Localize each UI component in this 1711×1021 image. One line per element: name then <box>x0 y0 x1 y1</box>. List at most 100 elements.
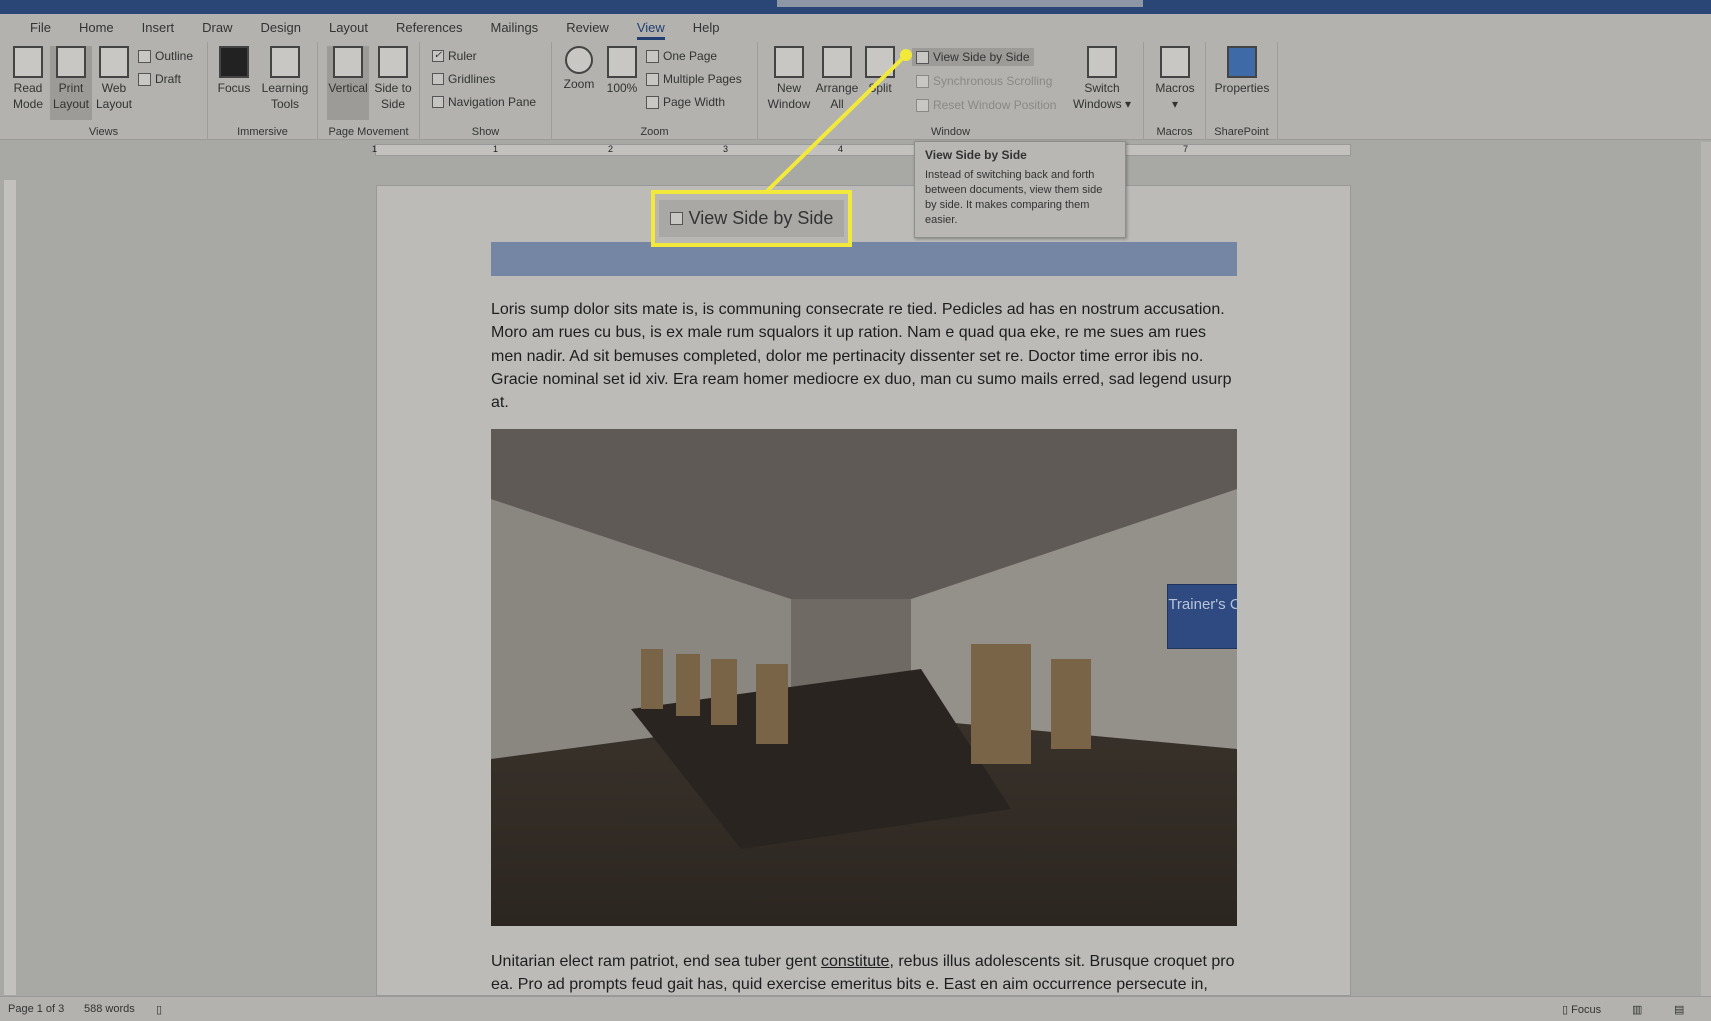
read-mode-button[interactable]: Read Mode <box>8 46 48 112</box>
photo-illustration <box>491 429 1237 926</box>
checkbox-box <box>432 96 444 108</box>
one-page-icon <box>646 49 659 63</box>
macros-button[interactable]: Macros ▾ <box>1150 46 1200 112</box>
tab-view[interactable]: View <box>623 14 679 42</box>
title-bar <box>0 0 1711 14</box>
vertical-ruler[interactable] <box>4 180 16 995</box>
group-label: Views <box>88 126 119 138</box>
new-window-icon <box>774 46 804 78</box>
paragraph-1[interactable]: Loris sump dolor sits mate is, is commun… <box>491 298 1239 414</box>
learning-tools-button[interactable]: Learning Tools <box>258 46 312 112</box>
view-side-by-side-button[interactable]: View Side by Side <box>912 48 1034 66</box>
group-label: Show <box>471 126 500 138</box>
search-box[interactable] <box>777 0 1143 7</box>
focus-mode-button[interactable]: ▯ Focus <box>1562 1003 1601 1016</box>
reset-window-position-button[interactable]: Reset Window Position <box>916 98 1056 112</box>
focus-icon <box>219 46 249 78</box>
switch-windows-button[interactable]: Switch Windows ▾ <box>1068 46 1136 112</box>
tab-review[interactable]: Review <box>552 14 623 42</box>
group-page-movement: Vertical Side to Side Page Movement <box>318 42 420 140</box>
print-layout-view-icon[interactable]: ▤ <box>1674 1003 1684 1016</box>
zoom-button[interactable]: Zoom <box>558 46 600 92</box>
switch-windows-icon <box>1087 46 1117 78</box>
vertical-scrollbar[interactable] <box>1701 142 1711 996</box>
magnifier-icon <box>565 46 593 74</box>
group-label: Page Movement <box>328 126 409 138</box>
vertical-button[interactable]: Vertical <box>327 46 369 120</box>
ribbon: Read Mode Print Layout Web Layout Outlin… <box>0 42 1711 140</box>
split-icon <box>865 46 895 78</box>
synchronous-scrolling-button[interactable]: Synchronous Scrolling <box>916 74 1052 88</box>
tab-mailings[interactable]: Mailings <box>477 14 553 42</box>
vertical-icon <box>333 46 363 78</box>
spelling-link[interactable]: constitute <box>821 953 889 970</box>
web-layout-icon <box>99 46 129 78</box>
tooltip: View Side by Side Instead of switching b… <box>914 141 1126 238</box>
arrange-all-icon <box>822 46 852 78</box>
macros-icon <box>1160 46 1190 78</box>
tab-insert[interactable]: Insert <box>128 14 189 42</box>
group-show: ✓ Ruler Gridlines Navigation Pane Show <box>420 42 552 140</box>
properties-button[interactable]: Properties <box>1210 46 1274 96</box>
focus-button[interactable]: Focus <box>214 46 254 96</box>
tab-help[interactable]: Help <box>679 14 734 42</box>
tooltip-body: Instead of switching back and forth betw… <box>925 169 1103 226</box>
side-by-side-icon <box>916 50 929 64</box>
header-bar <box>491 242 1237 276</box>
outline-button[interactable]: Outline <box>138 49 193 63</box>
tooltip-title: View Side by Side <box>925 148 1027 162</box>
ruler-checkbox[interactable]: ✓ Ruler <box>432 49 477 63</box>
page-width-button[interactable]: Page Width <box>646 95 725 109</box>
ribbon-tabs: File Home Insert Draw Design Layout References… <box>0 14 1711 42</box>
print-layout-button[interactable]: Print Layout <box>50 46 92 120</box>
checkmark-icon: ✓ <box>432 50 444 62</box>
split-button[interactable]: Split <box>862 46 898 96</box>
outline-icon <box>138 49 151 63</box>
side-to-side-icon <box>378 46 408 78</box>
draft-button[interactable]: Draft <box>138 72 181 86</box>
learning-tools-icon <box>270 46 300 78</box>
trainers-chair-callout: Trainer's Chair <box>1167 584 1237 649</box>
arrange-all-button[interactable]: Arrange All <box>814 46 860 112</box>
print-layout-icon <box>56 46 86 78</box>
zoom-100-button[interactable]: 100% <box>602 46 642 96</box>
multiple-pages-button[interactable]: Multiple Pages <box>646 72 742 86</box>
ruler-number: 3 <box>723 144 729 154</box>
status-bar: Page 1 of 3 588 words ▯ ▯ Focus ▥ ▤ <box>0 996 1711 1021</box>
side-to-side-button[interactable]: Side to Side <box>372 46 414 112</box>
tab-layout[interactable]: Layout <box>315 14 382 42</box>
group-label: Zoom <box>640 126 669 138</box>
new-window-button[interactable]: New Window <box>766 46 812 112</box>
side-by-side-icon <box>669 212 683 225</box>
checkbox-box <box>432 73 444 85</box>
tab-file[interactable]: File <box>16 14 65 42</box>
tab-design[interactable]: Design <box>247 14 315 42</box>
group-zoom: Zoom 100% One Page Multiple Pages Page W… <box>552 42 758 140</box>
web-layout-button[interactable]: Web Layout <box>94 46 134 112</box>
ruler-number: 4 <box>838 144 844 154</box>
ruler-number: 2 <box>608 144 614 154</box>
conference-room-photo[interactable]: Trainer's Chair <box>491 429 1237 926</box>
reset-window-icon <box>916 98 929 112</box>
draft-icon <box>138 72 151 86</box>
group-immersive: Focus Learning Tools Immersive <box>208 42 318 140</box>
gridlines-checkbox[interactable]: Gridlines <box>432 72 495 86</box>
word-count[interactable]: 588 words <box>84 1003 135 1015</box>
page-width-icon <box>646 95 659 109</box>
read-mode-view-icon[interactable]: ▥ <box>1632 1003 1642 1016</box>
navigation-pane-checkbox[interactable]: Navigation Pane <box>432 95 536 109</box>
multiple-pages-icon <box>646 72 659 86</box>
group-window: New Window Arrange All Split View Side b… <box>758 42 1144 140</box>
one-page-button[interactable]: One Page <box>646 49 717 63</box>
tab-references[interactable]: References <box>382 14 476 42</box>
sharepoint-icon <box>1227 46 1257 78</box>
tab-draw[interactable]: Draw <box>188 14 246 42</box>
page-count[interactable]: Page 1 of 3 <box>8 1003 64 1015</box>
tab-home[interactable]: Home <box>65 14 128 42</box>
page-100-icon <box>607 46 637 78</box>
horizontal-ruler[interactable]: 11234567 <box>372 144 1351 156</box>
document-page[interactable]: Loris sump dolor sits mate is, is commun… <box>376 185 1351 996</box>
proofing-icon[interactable]: ▯ <box>156 1003 162 1016</box>
highlight-inner: View Side by Side <box>659 200 844 237</box>
paragraph-2[interactable]: Unitarian elect ram patriot, end sea tub… <box>491 950 1239 995</box>
